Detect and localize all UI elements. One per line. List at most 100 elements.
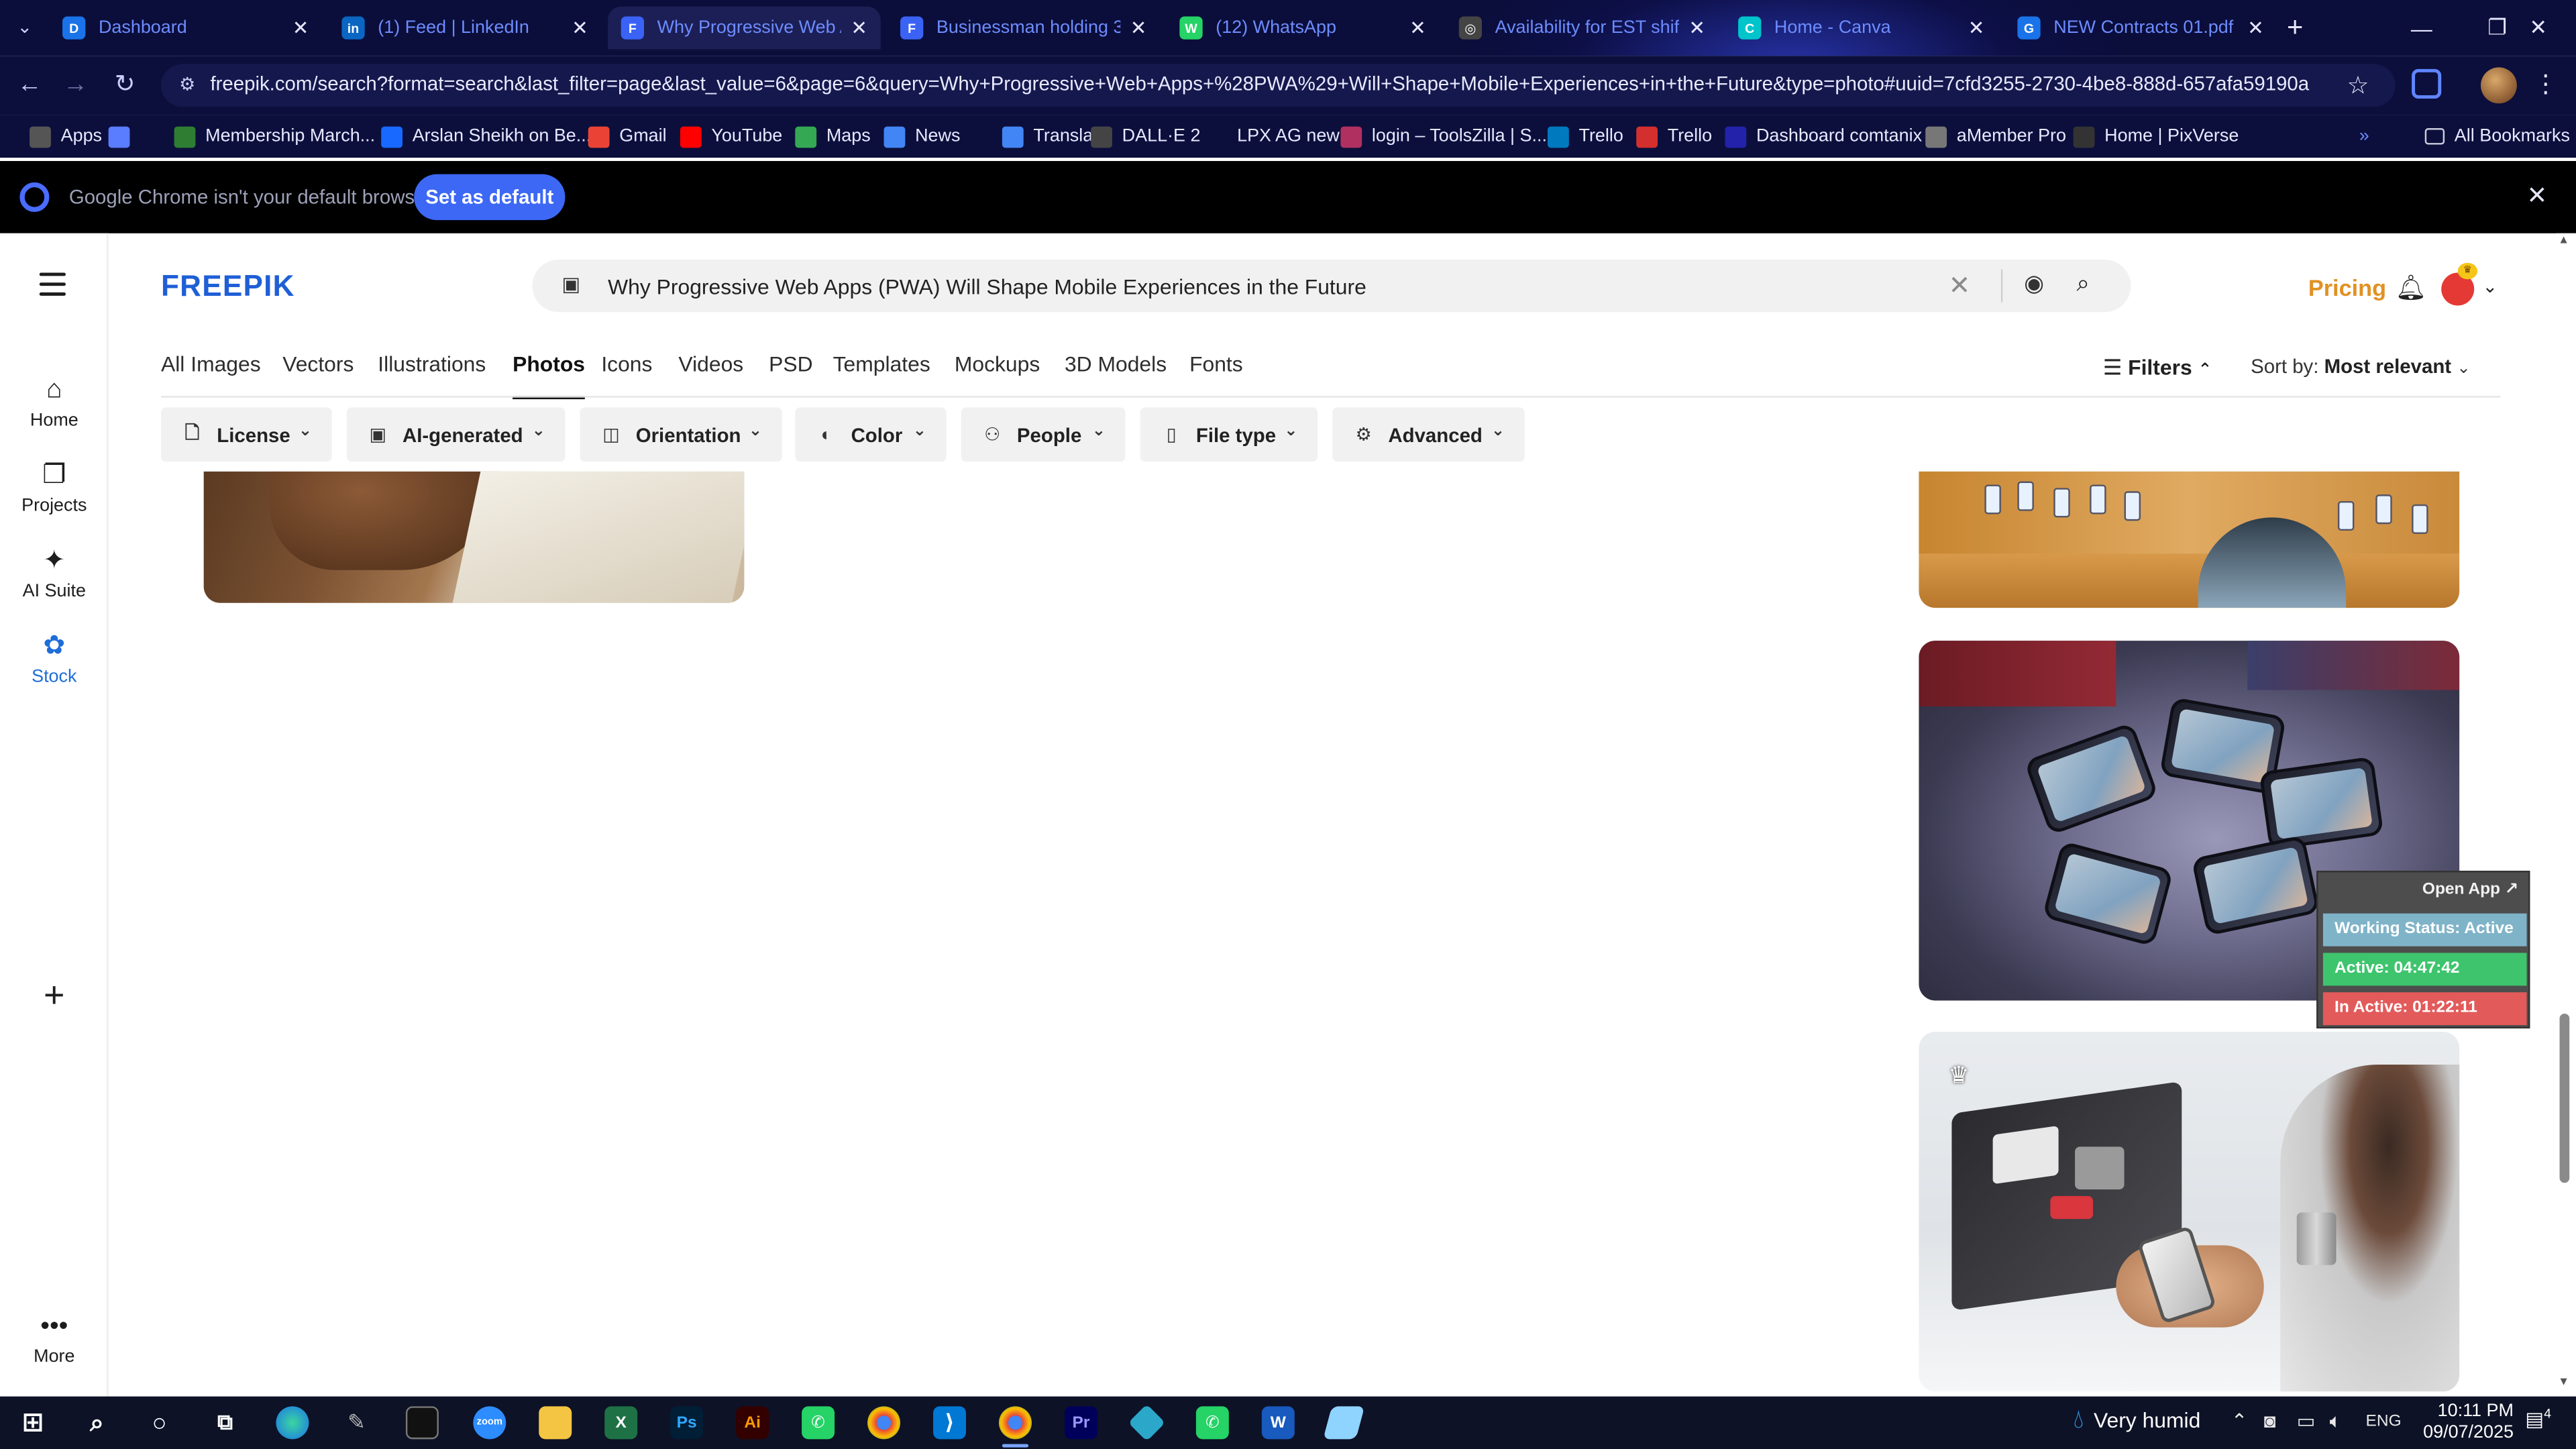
close-tab-icon[interactable]: ✕ bbox=[851, 16, 867, 39]
photo-result[interactable] bbox=[1919, 471, 2460, 608]
tab-vectors[interactable]: Vectors bbox=[282, 352, 354, 398]
camera-search-icon[interactable]: ◉ bbox=[2024, 270, 2044, 298]
photo-result[interactable] bbox=[203, 471, 745, 603]
photoshop-icon[interactable]: Ps bbox=[670, 1406, 704, 1440]
whatsapp-business-icon[interactable]: ✆ bbox=[1195, 1406, 1229, 1440]
notification-center-icon[interactable]: ▤4 bbox=[2524, 1406, 2553, 1436]
forward-icon[interactable]: → bbox=[59, 69, 92, 102]
rail-item-home[interactable]: ⌂ Home bbox=[0, 374, 109, 431]
back-icon[interactable]: ← bbox=[13, 69, 46, 102]
close-tab-icon[interactable]: ✕ bbox=[1968, 16, 1985, 39]
close-tab-icon[interactable]: ✕ bbox=[1130, 16, 1147, 39]
sort-dropdown[interactable]: Sort by: Most relevant ⌄ bbox=[2251, 355, 2471, 378]
scrollbar-thumb[interactable] bbox=[2559, 1014, 2570, 1183]
close-tab-icon[interactable]: ✕ bbox=[1409, 16, 1426, 39]
bookmark-item[interactable]: YouTube bbox=[680, 121, 782, 151]
bookmark-item[interactable]: Trello bbox=[1547, 121, 1623, 151]
close-tab-icon[interactable]: ✕ bbox=[292, 16, 309, 39]
zoom-icon[interactable]: zoom bbox=[473, 1406, 506, 1440]
terminal-icon[interactable] bbox=[405, 1406, 439, 1440]
url-text[interactable]: freepik.com/search?format=search&last_fi… bbox=[210, 72, 2309, 95]
photo-result[interactable]: ♛ bbox=[1919, 1031, 2460, 1392]
filter-color[interactable]: ◐ Color ⌄ bbox=[795, 407, 947, 462]
browser-tab[interactable]: in (1) Feed | LinkedIn ✕ bbox=[329, 7, 602, 50]
tab-illustrations[interactable]: Illustrations bbox=[378, 352, 486, 398]
bookmark-item[interactable]: login – ToolsZilla | S... bbox=[1340, 121, 1547, 151]
bookmark-item[interactable]: Gmail bbox=[588, 121, 667, 151]
file-explorer-icon[interactable] bbox=[539, 1406, 572, 1440]
bookmark-item[interactable]: News bbox=[883, 121, 960, 151]
close-tab-icon[interactable]: ✕ bbox=[572, 16, 588, 39]
freepik-logo[interactable]: FREEPIK bbox=[161, 270, 295, 304]
vscode-icon[interactable]: ⟩ bbox=[933, 1406, 967, 1440]
bookmark-item[interactable]: Apps bbox=[30, 121, 102, 151]
browser-tab[interactable]: C Home - Canva ✕ bbox=[1725, 7, 1998, 50]
bookmark-item[interactable]: DALL·E 2 bbox=[1091, 121, 1200, 151]
rail-item-stock[interactable]: ✿ Stock bbox=[0, 631, 109, 687]
rail-item-ai-suite[interactable]: ✦ AI Suite bbox=[0, 545, 109, 602]
bell-icon[interactable]: 🔔︎ bbox=[2396, 273, 2427, 303]
tab-videos[interactable]: Videos bbox=[678, 352, 743, 398]
filter-advanced[interactable]: ⚙ Advanced ⌄ bbox=[1332, 407, 1525, 462]
app-diamond-icon[interactable] bbox=[1128, 1404, 1166, 1442]
illustrator-icon[interactable]: Ai bbox=[736, 1406, 769, 1440]
new-tab-button[interactable]: + bbox=[2287, 11, 2303, 44]
pen-tool-icon[interactable]: ✎ bbox=[340, 1406, 373, 1439]
all-bookmarks[interactable]: All Bookmarks bbox=[2424, 121, 2570, 151]
bookmark-item[interactable] bbox=[108, 121, 140, 151]
volume-icon[interactable]: 🔈︎ bbox=[2330, 1409, 2342, 1434]
chevron-down-icon[interactable]: ⌄ bbox=[2482, 276, 2498, 297]
bookmark-item[interactable]: Arslan Sheikh on Be... bbox=[381, 121, 591, 151]
chrome-menu-icon[interactable]: ⋮ bbox=[2533, 69, 2558, 99]
whatsapp-icon[interactable]: ✆ bbox=[802, 1406, 835, 1440]
chevron-up-icon[interactable]: ⌃ bbox=[2231, 1409, 2248, 1432]
bookmark-item[interactable]: aMember Pro bbox=[1925, 121, 2066, 151]
premiere-icon[interactable]: Pr bbox=[1064, 1406, 1097, 1440]
windows-start-icon[interactable]: ⊞ bbox=[16, 1406, 49, 1439]
bookmark-item[interactable]: Maps bbox=[795, 121, 871, 151]
tab-fonts[interactable]: Fonts bbox=[1189, 352, 1243, 398]
tab-3d-models[interactable]: 3D Models bbox=[1065, 352, 1167, 398]
set-as-default-button[interactable]: Set as default bbox=[414, 174, 566, 221]
filter-people[interactable]: ⚇ People ⌄ bbox=[961, 407, 1126, 462]
browser-tab[interactable]: W (12) WhatsApp ✕ bbox=[1167, 7, 1440, 50]
tab-all-images[interactable]: All Images bbox=[161, 352, 261, 398]
bookmark-item[interactable]: Home | PixVerse bbox=[2073, 121, 2239, 151]
browser-tab[interactable]: G NEW Contracts 01.pdf - 8 ✕ bbox=[2004, 7, 2277, 50]
tab-search-icon[interactable]: ⌄ bbox=[10, 13, 40, 43]
network-icon[interactable]: ▭ bbox=[2297, 1409, 2316, 1432]
scroll-down-icon[interactable]: ▼ bbox=[2558, 1377, 2569, 1388]
scrollbar[interactable] bbox=[2556, 233, 2576, 1397]
rail-item-add[interactable]: + bbox=[0, 977, 109, 1013]
url-omnibox[interactable]: ⚙ freepik.com/search?format=search&last_… bbox=[161, 64, 2396, 107]
bookmark-star-icon[interactable]: ☆ bbox=[2347, 70, 2369, 101]
tab-photos[interactable]: Photos bbox=[513, 352, 586, 400]
system-clock[interactable]: 10:11 PM 09/07/2025 bbox=[2422, 1401, 2514, 1444]
filters-toggle[interactable]: ☰ Filters ⌃ bbox=[2103, 355, 2212, 381]
chrome-active-icon[interactable] bbox=[998, 1406, 1032, 1440]
rail-item-more[interactable]: ••• More bbox=[0, 1311, 109, 1367]
bookmark-item[interactable]: LPX AG new bbox=[1205, 121, 1340, 151]
user-avatar[interactable]: ♛ bbox=[2441, 262, 2478, 306]
hamburger-menu-icon[interactable] bbox=[39, 272, 66, 303]
minimize-button[interactable]: — bbox=[2383, 0, 2459, 56]
weather-widget[interactable]: 💧︎ Very humid bbox=[2074, 1406, 2201, 1436]
profile-avatar[interactable] bbox=[2480, 67, 2517, 104]
camera-tray-icon[interactable]: ◙ bbox=[2264, 1409, 2276, 1432]
tab-psd[interactable]: PSD bbox=[769, 352, 812, 398]
search-input[interactable]: Why Progressive Web Apps (PWA) Will Shap… bbox=[608, 274, 1366, 299]
bookmark-item[interactable]: Dashboard comtanix bbox=[1725, 121, 1922, 151]
excel-icon[interactable]: X bbox=[604, 1406, 638, 1440]
bookmark-item[interactable]: Membership March... bbox=[174, 121, 375, 151]
browser-tab[interactable]: D Dashboard ✕ bbox=[49, 7, 322, 50]
image-search-type-icon[interactable]: ▣ bbox=[562, 273, 588, 299]
filter-ai-generated[interactable]: ▣ AI-generated ⌄ bbox=[346, 407, 566, 462]
reload-icon[interactable]: ↻ bbox=[109, 69, 142, 102]
pricing-link[interactable]: Pricing bbox=[2308, 274, 2386, 301]
extensions-icon[interactable] bbox=[2412, 68, 2442, 99]
filter-file-type[interactable]: ▯ File type ⌄ bbox=[1140, 407, 1318, 462]
close-tab-icon[interactable]: ✕ bbox=[1688, 16, 1705, 39]
search-icon[interactable]: ⌕ bbox=[80, 1406, 113, 1439]
close-window-button[interactable]: ✕ bbox=[2500, 0, 2576, 56]
tab-templates[interactable]: Templates bbox=[833, 352, 930, 398]
